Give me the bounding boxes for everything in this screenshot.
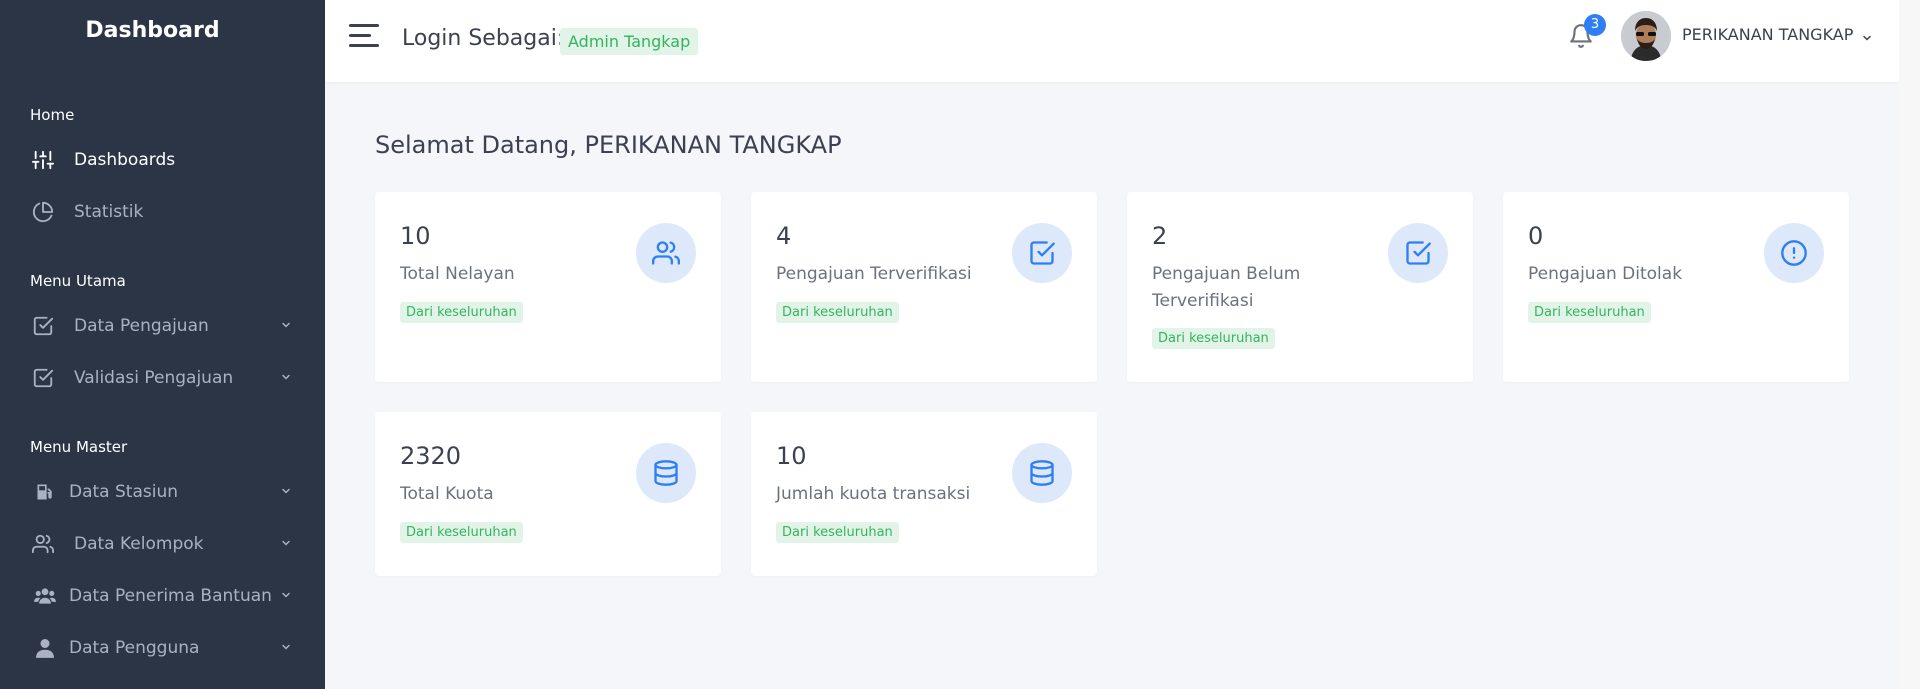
- sidebar-item-data-pengajuan[interactable]: Data Pengajuan: [0, 304, 325, 348]
- stat-card-total-nelayan: 10 Total Nelayan Dari keseluruhan: [375, 192, 721, 382]
- chevron-down-icon: [279, 588, 293, 602]
- user-icon: [33, 636, 57, 660]
- stat-card-pengajuan-terverifikasi: 4 Pengajuan Terverifikasi Dari keseluruh…: [751, 192, 1097, 382]
- sidebar-item-data-penerima-bantuan[interactable]: Data Penerima Bantuan: [0, 574, 325, 618]
- stat-badge: Dari keseluruhan: [776, 302, 899, 323]
- sidebar-item-data-pengguna[interactable]: Data Pengguna: [0, 626, 325, 670]
- stat-label: Pengajuan Ditolak: [1528, 264, 1683, 284]
- users-icon: [31, 532, 55, 556]
- sidebar-item-label: Statistik: [74, 202, 144, 222]
- stat-value: 2: [1152, 222, 1168, 250]
- login-label: Login Sebagai:: [402, 26, 565, 51]
- user-group-icon: [33, 584, 57, 608]
- sidebar-item-label: Data Pengguna: [69, 638, 200, 658]
- stat-label: Total Nelayan: [400, 264, 515, 284]
- stat-label: Pengajuan Terverifikasi: [776, 264, 972, 284]
- users-icon: [636, 223, 696, 283]
- stat-badge: Dari keseluruhan: [1528, 302, 1651, 323]
- chevron-down-icon: [279, 484, 293, 498]
- sidebar-item-label: Data Stasiun: [69, 482, 178, 502]
- section-label-home: Home: [30, 106, 75, 124]
- stat-label: Pengajuan Belum Terverifikasi: [1152, 264, 1301, 311]
- stat-value: 10: [776, 442, 807, 470]
- stat-value: 4: [776, 222, 792, 250]
- chevron-down-icon: [279, 318, 293, 332]
- role-badge: Admin Tangkap: [560, 28, 699, 55]
- pie-chart-icon: [31, 200, 55, 224]
- sidebar-item-label: Dashboards: [74, 150, 176, 170]
- database-icon: [1012, 443, 1072, 503]
- stat-badge: Dari keseluruhan: [400, 522, 523, 543]
- chevron-down-icon: [279, 370, 293, 384]
- sliders-icon: [31, 148, 55, 172]
- section-label-menu-utama: Menu Utama: [30, 272, 126, 290]
- sidebar-item-data-kelompok[interactable]: Data Kelompok: [0, 522, 325, 566]
- check-square-icon: [31, 314, 55, 338]
- sidebar-item-statistik[interactable]: Statistik: [0, 190, 325, 234]
- top-header: Login Sebagai: Admin Tangkap 3 PERIKANAN…: [325, 0, 1899, 82]
- check-square-icon: [1012, 223, 1072, 283]
- stat-card-pengajuan-ditolak: 0 Pengajuan Ditolak Dari keseluruhan: [1503, 192, 1849, 382]
- stat-label: Jumlah kuota transaksi: [776, 484, 971, 504]
- chevron-down-icon: [279, 536, 293, 550]
- stat-card-pengajuan-belum-terverifikasi: 2 Pengajuan Belum Terverifikasi Dari kes…: [1127, 192, 1473, 382]
- avatar[interactable]: [1621, 11, 1671, 61]
- chevron-down-icon[interactable]: [1861, 29, 1873, 41]
- brand-title[interactable]: Dashboard: [0, 18, 305, 43]
- chevron-down-icon: [279, 640, 293, 654]
- sidebar-item-validasi-pengajuan[interactable]: Validasi Pengajuan: [0, 356, 325, 400]
- stat-value: 2320: [400, 442, 462, 470]
- notification-count-badge[interactable]: 3: [1584, 14, 1606, 36]
- sidebar-item-label: Validasi Pengajuan: [74, 368, 234, 388]
- menu-toggle-icon[interactable]: [349, 22, 381, 50]
- stat-badge: Dari keseluruhan: [400, 302, 523, 323]
- sidebar-item-label: Data Penerima Bantuan: [69, 586, 272, 606]
- scrollbar[interactable]: [1899, 0, 1920, 689]
- user-name[interactable]: PERIKANAN TANGKAP: [1682, 25, 1853, 44]
- stat-value: 10: [400, 222, 431, 250]
- sidebar-item-label: Data Pengajuan: [74, 316, 209, 336]
- sidebar: Dashboard Home Dashboards Statistik Menu…: [0, 0, 325, 689]
- stat-card-jumlah-kuota-transaksi: 10 Jumlah kuota transaksi Dari keseluruh…: [751, 412, 1097, 576]
- database-icon: [636, 443, 696, 503]
- check-square-icon: [31, 366, 55, 390]
- check-square-icon: [1388, 223, 1448, 283]
- sidebar-item-data-stasiun[interactable]: Data Stasiun: [0, 470, 325, 514]
- sidebar-item-dashboards[interactable]: Dashboards: [0, 138, 325, 182]
- section-label-menu-master: Menu Master: [30, 438, 128, 456]
- page-title: Selamat Datang, PERIKANAN TANGKAP: [375, 131, 842, 159]
- stat-value: 0: [1528, 222, 1544, 250]
- stat-badge: Dari keseluruhan: [776, 522, 899, 543]
- sidebar-item-label: Data Kelompok: [74, 534, 204, 554]
- stat-card-total-kuota: 2320 Total Kuota Dari keseluruhan: [375, 412, 721, 576]
- stat-badge: Dari keseluruhan: [1152, 328, 1275, 349]
- gas-pump-icon: [33, 480, 57, 504]
- alert-circle-icon: [1764, 223, 1824, 283]
- stat-label: Total Kuota: [400, 484, 494, 504]
